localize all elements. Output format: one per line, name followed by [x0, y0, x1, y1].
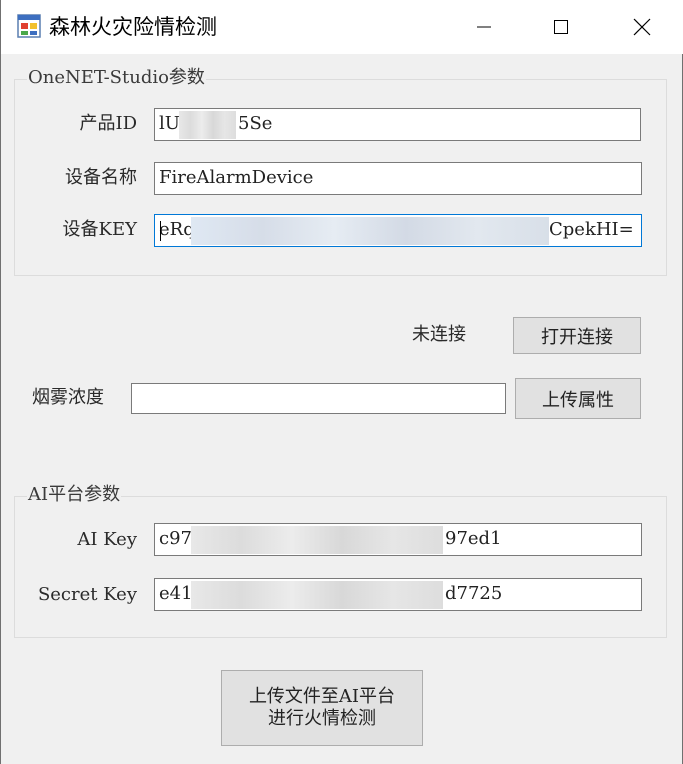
connection-status: 未连接 — [412, 324, 466, 345]
upload-detect-line2: 进行火情检测 — [268, 708, 376, 729]
redaction-mask — [179, 111, 236, 139]
smoke-density-label: 烟雾浓度 — [32, 387, 104, 408]
product-id-suffix: 5Se — [238, 113, 273, 134]
app-window: 森林火灾险情检测 OneNET-Studio参数 产品ID lU 5Se 设备名… — [0, 0, 683, 764]
device-key-label: 设备KEY — [62, 219, 137, 240]
ai-group — [14, 496, 667, 638]
minimize-button[interactable] — [444, 0, 524, 54]
title-bar[interactable]: 森林火灾险情检测 — [1, 0, 683, 54]
upload-detect-button[interactable]: 上传文件至AI平台 进行火情检测 — [221, 670, 423, 746]
device-name-label: 设备名称 — [65, 167, 137, 188]
redaction-mask — [191, 526, 443, 554]
device-key-input[interactable]: eRq CpekHI= — [154, 214, 642, 247]
text-caret — [160, 221, 161, 241]
ai-key-input[interactable]: c97 97ed1 — [154, 523, 642, 556]
product-id-input[interactable]: lU 5Se — [154, 108, 641, 141]
smoke-density-input[interactable] — [131, 383, 506, 414]
device-key-suffix: CpekHI= — [549, 219, 634, 240]
device-name-input[interactable]: FireAlarmDevice — [154, 162, 642, 195]
secret-key-suffix: d7725 — [445, 583, 503, 604]
secret-key-label: Secret Key — [37, 584, 137, 605]
secret-key-value: e41 — [159, 583, 193, 604]
product-id-value: lU — [159, 113, 180, 134]
ai-group-title: AI平台参数 — [27, 484, 122, 506]
device-key-value: eRq — [159, 219, 195, 240]
app-icon — [17, 14, 41, 38]
onenet-group-title: OneNET-Studio参数 — [27, 67, 206, 89]
upload-detect-line1: 上传文件至AI平台 — [248, 686, 396, 707]
ai-key-suffix: 97ed1 — [445, 528, 502, 549]
upload-property-button[interactable]: 上传属性 — [515, 378, 641, 419]
minimize-icon — [477, 26, 491, 28]
close-button[interactable] — [602, 0, 682, 54]
ai-key-value: c97 — [159, 528, 192, 549]
open-connection-button[interactable]: 打开连接 — [513, 317, 641, 354]
close-icon — [633, 18, 651, 36]
maximize-icon — [554, 20, 568, 34]
redaction-mask — [191, 217, 549, 245]
secret-key-input[interactable]: e41 d7725 — [154, 578, 642, 611]
ai-key-label: AI Key — [77, 529, 137, 550]
maximize-button[interactable] — [521, 0, 601, 54]
product-id-label: 产品ID — [79, 113, 137, 134]
window-title: 森林火灾险情检测 — [49, 15, 217, 39]
redaction-mask — [191, 581, 443, 609]
device-name-value: FireAlarmDevice — [159, 167, 314, 188]
